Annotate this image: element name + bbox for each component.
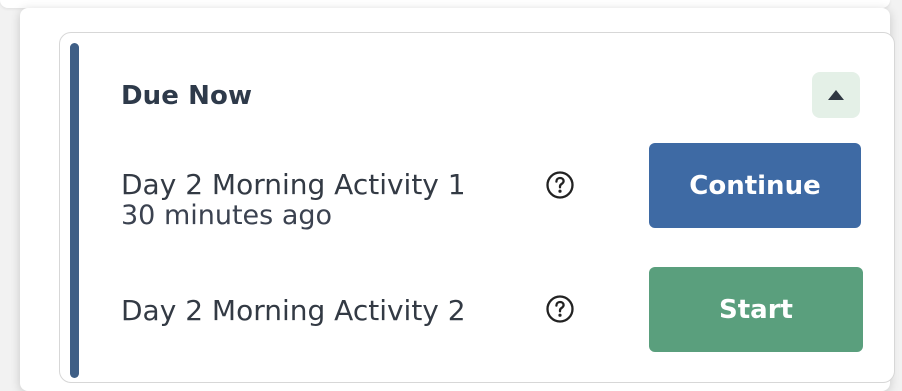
section-title: Due Now <box>121 81 253 111</box>
content-panel: Due Now Day 2 Morning Activity 1 30 minu… <box>20 8 895 391</box>
due-now-card: Due Now Day 2 Morning Activity 1 30 minu… <box>59 32 895 383</box>
collapse-toggle-button[interactable] <box>812 72 860 118</box>
previous-card-edge <box>0 0 890 8</box>
caret-up-icon <box>828 90 844 100</box>
app-viewport: Due Now Day 2 Morning Activity 1 30 minu… <box>0 0 902 391</box>
card-accent-bar <box>70 43 79 378</box>
question-circle-icon[interactable] <box>545 294 575 324</box>
continue-button[interactable]: Continue <box>649 143 861 228</box>
start-button[interactable]: Start <box>649 267 863 352</box>
question-circle-icon[interactable] <box>545 170 575 200</box>
